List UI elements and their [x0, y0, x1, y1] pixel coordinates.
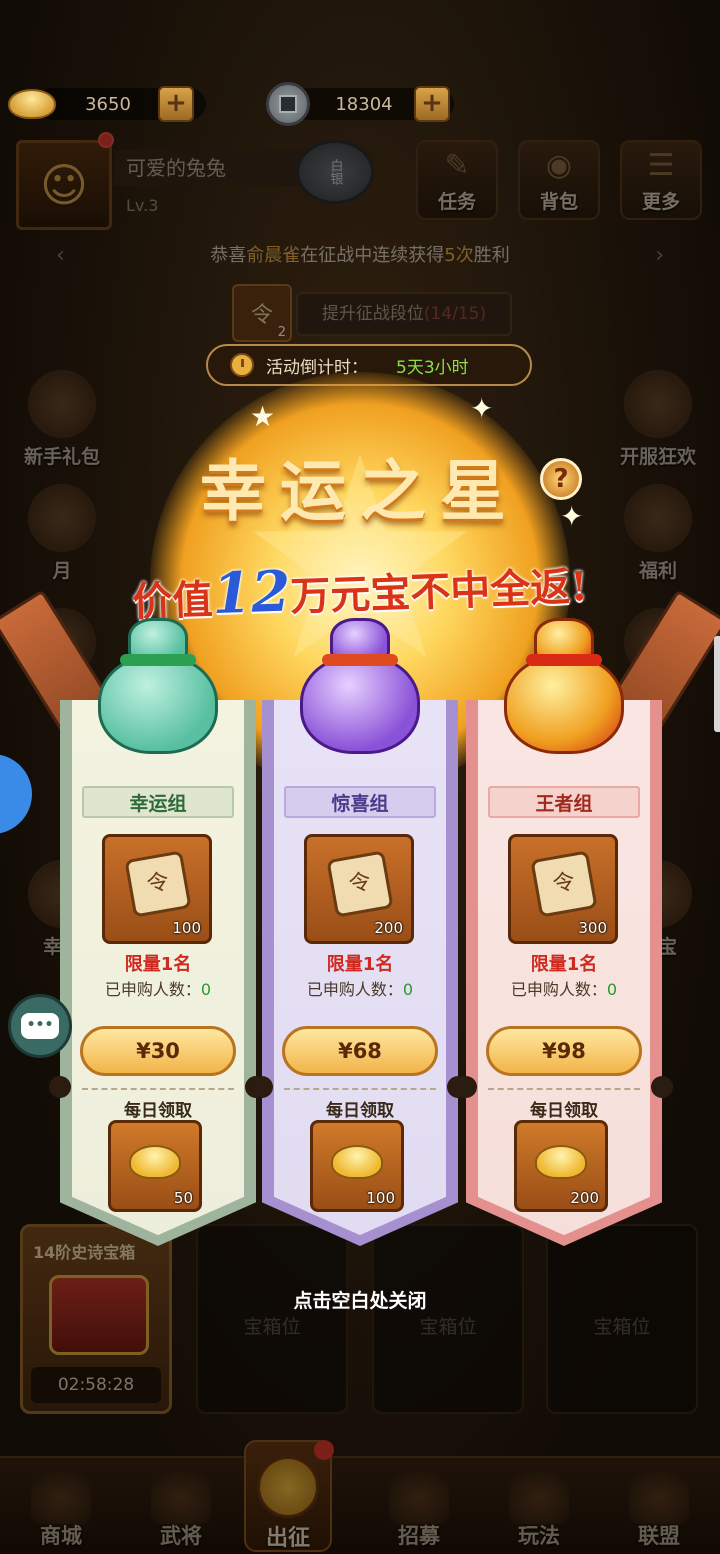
buyers-count: 已申购人数：0 [510, 980, 618, 999]
help-button[interactable]: ? [540, 458, 582, 500]
king-group-panel: 王者组 令 300 限量1名 已申购人数：0 ¥98 每日领取 200 [455, 618, 673, 1246]
group-name: 王者组 [488, 786, 640, 818]
buyers-count: 已申购人数：0 [306, 980, 414, 999]
add-coin-button[interactable]: + [414, 86, 450, 122]
limit-text: 限量1名 [326, 954, 394, 975]
gold-ingot-icon [331, 1145, 383, 1179]
buyers-count: 已申购人数：0 [104, 980, 212, 999]
gold-ingot-icon [6, 82, 58, 126]
limit-text: 限量1名 [124, 954, 192, 975]
sparkle-icon: ★ [250, 400, 276, 433]
daily-label: 每日领取 [530, 1101, 598, 1121]
coin-amount: 18304 [335, 93, 393, 115]
popup-title: 幸运之星 [200, 452, 520, 530]
daily-reward: 200 [514, 1120, 608, 1212]
edge-handle[interactable] [714, 636, 720, 732]
daily-label: 每日领取 [124, 1101, 192, 1121]
gold-ingot-icon [535, 1145, 587, 1179]
chat-button[interactable]: ••• [8, 994, 72, 1058]
sparkle-icon: ✦ [470, 392, 494, 425]
daily-label: 每日领取 [326, 1101, 394, 1121]
close-hint: 点击空白处关闭 [293, 1290, 427, 1312]
coin-icon [262, 82, 314, 126]
group-name: 幸运组 [82, 786, 234, 818]
daily-reward: 50 [108, 1120, 202, 1212]
buy-button[interactable]: ¥68 [282, 1026, 438, 1076]
command-token-icon: 令 100 [102, 834, 212, 944]
lucky-group-panel: 幸运组 令 100 限量1名 已申购人数：0 ¥30 每日领取 50 [49, 618, 267, 1246]
add-gold-button[interactable]: + [158, 86, 194, 122]
group-name: 惊喜组 [284, 786, 436, 818]
buy-button[interactable]: ¥30 [80, 1026, 236, 1076]
gold-ingot-icon [129, 1145, 181, 1179]
buy-button[interactable]: ¥98 [486, 1026, 642, 1076]
chat-bubble-icon: ••• [21, 1013, 59, 1039]
command-token-icon: 令 300 [508, 834, 618, 944]
clock-icon [230, 353, 254, 377]
limit-text: 限量1名 [530, 954, 598, 975]
purple-lucky-bag-icon [292, 610, 428, 760]
daily-reward: 100 [310, 1120, 404, 1212]
gold-amount: 3650 [85, 93, 131, 115]
green-lucky-bag-icon [90, 610, 226, 760]
surprise-group-panel: 惊喜组 令 200 限量1名 已申购人数：0 ¥68 每日领取 100 [251, 618, 469, 1246]
command-token-icon: 令 200 [304, 834, 414, 944]
gold-lucky-bag-icon [496, 610, 632, 760]
